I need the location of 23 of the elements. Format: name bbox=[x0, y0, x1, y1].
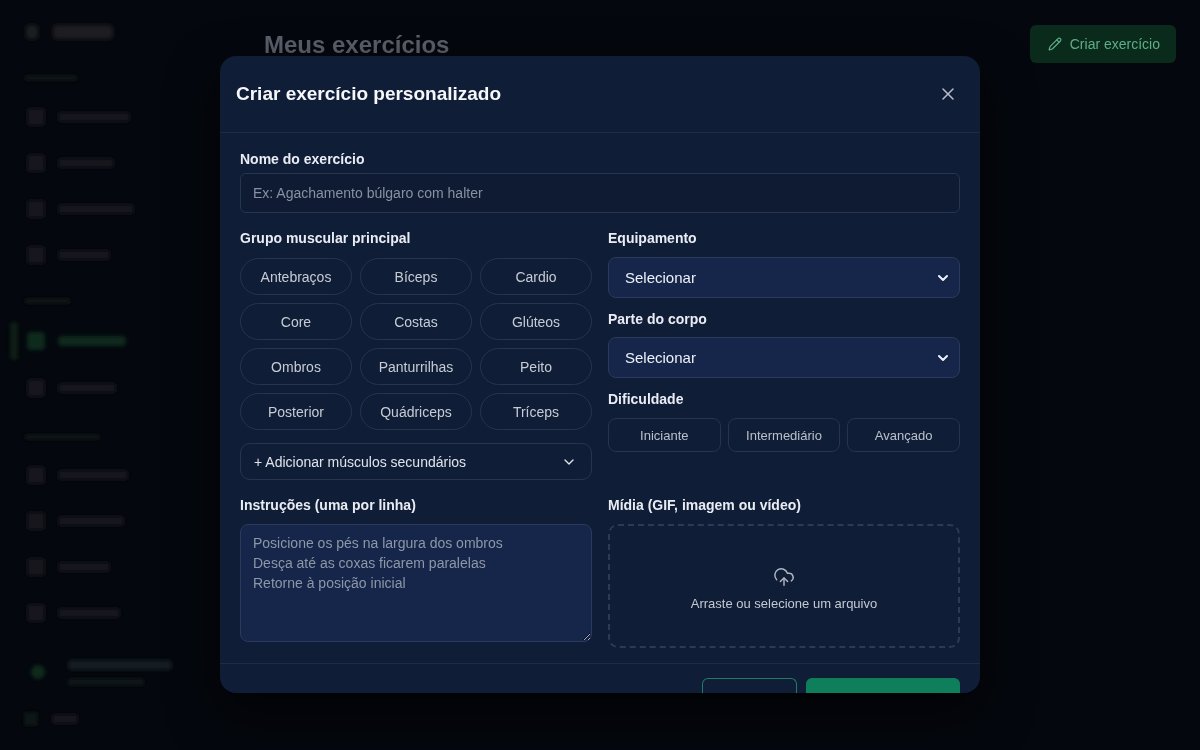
difficulty-option[interactable]: Iniciante bbox=[608, 418, 721, 452]
media-dropzone[interactable]: Arraste ou selecione um arquivo bbox=[608, 524, 960, 648]
field-label: Instruções (uma por linha) bbox=[240, 496, 417, 515]
field-label: Mídia (GIF, imagem ou vídeo) bbox=[608, 496, 802, 515]
body-part-select[interactable]: Selecionar bbox=[608, 337, 960, 378]
field-label: Equipamento bbox=[608, 229, 698, 248]
difficulty-option[interactable]: Avançado bbox=[847, 418, 960, 452]
outline-button[interactable] bbox=[702, 678, 797, 693]
difficulty-option[interactable]: Intermediário bbox=[727, 418, 841, 452]
instructions-field[interactable]: Posicione os pés na largura dos ombros Desça até as coxas ficarem paralelas Retorne à posição inicial bbox=[240, 524, 592, 642]
dialog-title: Criar exercício personalizado bbox=[236, 83, 502, 105]
field-label: Nome do exercício bbox=[240, 150, 366, 169]
field-label: Dificuldade bbox=[608, 390, 685, 409]
exercise-name-field[interactable]: Ex: Agachamento búlgaro com halter bbox=[240, 173, 960, 213]
page-title: Meus exercícios bbox=[264, 31, 450, 59]
field-label: Parte do corpo bbox=[608, 310, 708, 329]
field-label: Grupo muscular principal bbox=[240, 229, 412, 248]
equipment-select[interactable]: Selecionar bbox=[608, 257, 960, 298]
secondary-muscles-toggle[interactable]: + Adicionar músculos secundários bbox=[240, 443, 592, 480]
upload-icon bbox=[773, 565, 795, 588]
pencil-icon bbox=[1047, 37, 1062, 51]
dropzone-hint: Arraste ou selecione um arquivo bbox=[690, 595, 878, 611]
create-exercise-button[interactable]: Criar exercício bbox=[1029, 25, 1176, 63]
